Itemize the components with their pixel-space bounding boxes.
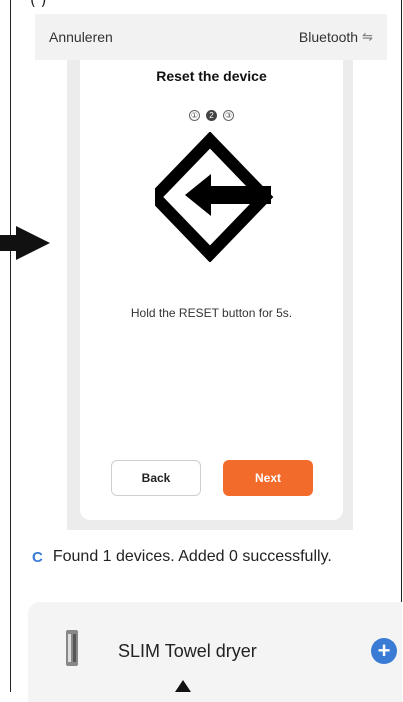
cancel-button[interactable]: Annuleren — [49, 29, 113, 45]
scan-status-text: Found 1 devices. Added 0 successfully. — [52, 548, 332, 565]
step-2: 2 — [206, 110, 217, 121]
bluetooth-toggle[interactable]: Bluetooth ⇋ — [299, 29, 373, 45]
instruction-text: Hold the RESET button for 5s. — [130, 306, 293, 320]
device-list-item[interactable]: SLIM Towel dryer + — [28, 602, 402, 702]
add-device-button[interactable]: + — [371, 638, 397, 664]
swap-icon: ⇋ — [362, 29, 373, 44]
pointer-arrow-icon — [0, 226, 50, 260]
top-caption: ( ) — [30, 0, 47, 9]
reset-dialog: Reset the device ① 2 ③ Hold the RESET bu… — [80, 60, 343, 520]
step-indicator: ① 2 ③ — [80, 110, 343, 121]
top-bar: Annuleren Bluetooth ⇋ — [35, 14, 387, 60]
bluetooth-label: Bluetooth — [298, 29, 359, 45]
next-button[interactable]: Next — [223, 460, 313, 496]
towel-dryer-icon — [66, 630, 78, 666]
device-name: SLIM Towel dryer — [118, 641, 257, 661]
back-button[interactable]: Back — [111, 460, 201, 496]
up-pointer-icon — [175, 680, 191, 692]
loading-spinner-icon: C — [32, 548, 43, 566]
scan-status: C Found 1 devices. Added 0 successfully. — [32, 548, 332, 566]
dialog-title: Reset the device — [156, 68, 267, 84]
reset-button-illustration — [155, 132, 274, 262]
step-3: ③ — [223, 110, 234, 121]
step-1: ① — [189, 110, 200, 121]
